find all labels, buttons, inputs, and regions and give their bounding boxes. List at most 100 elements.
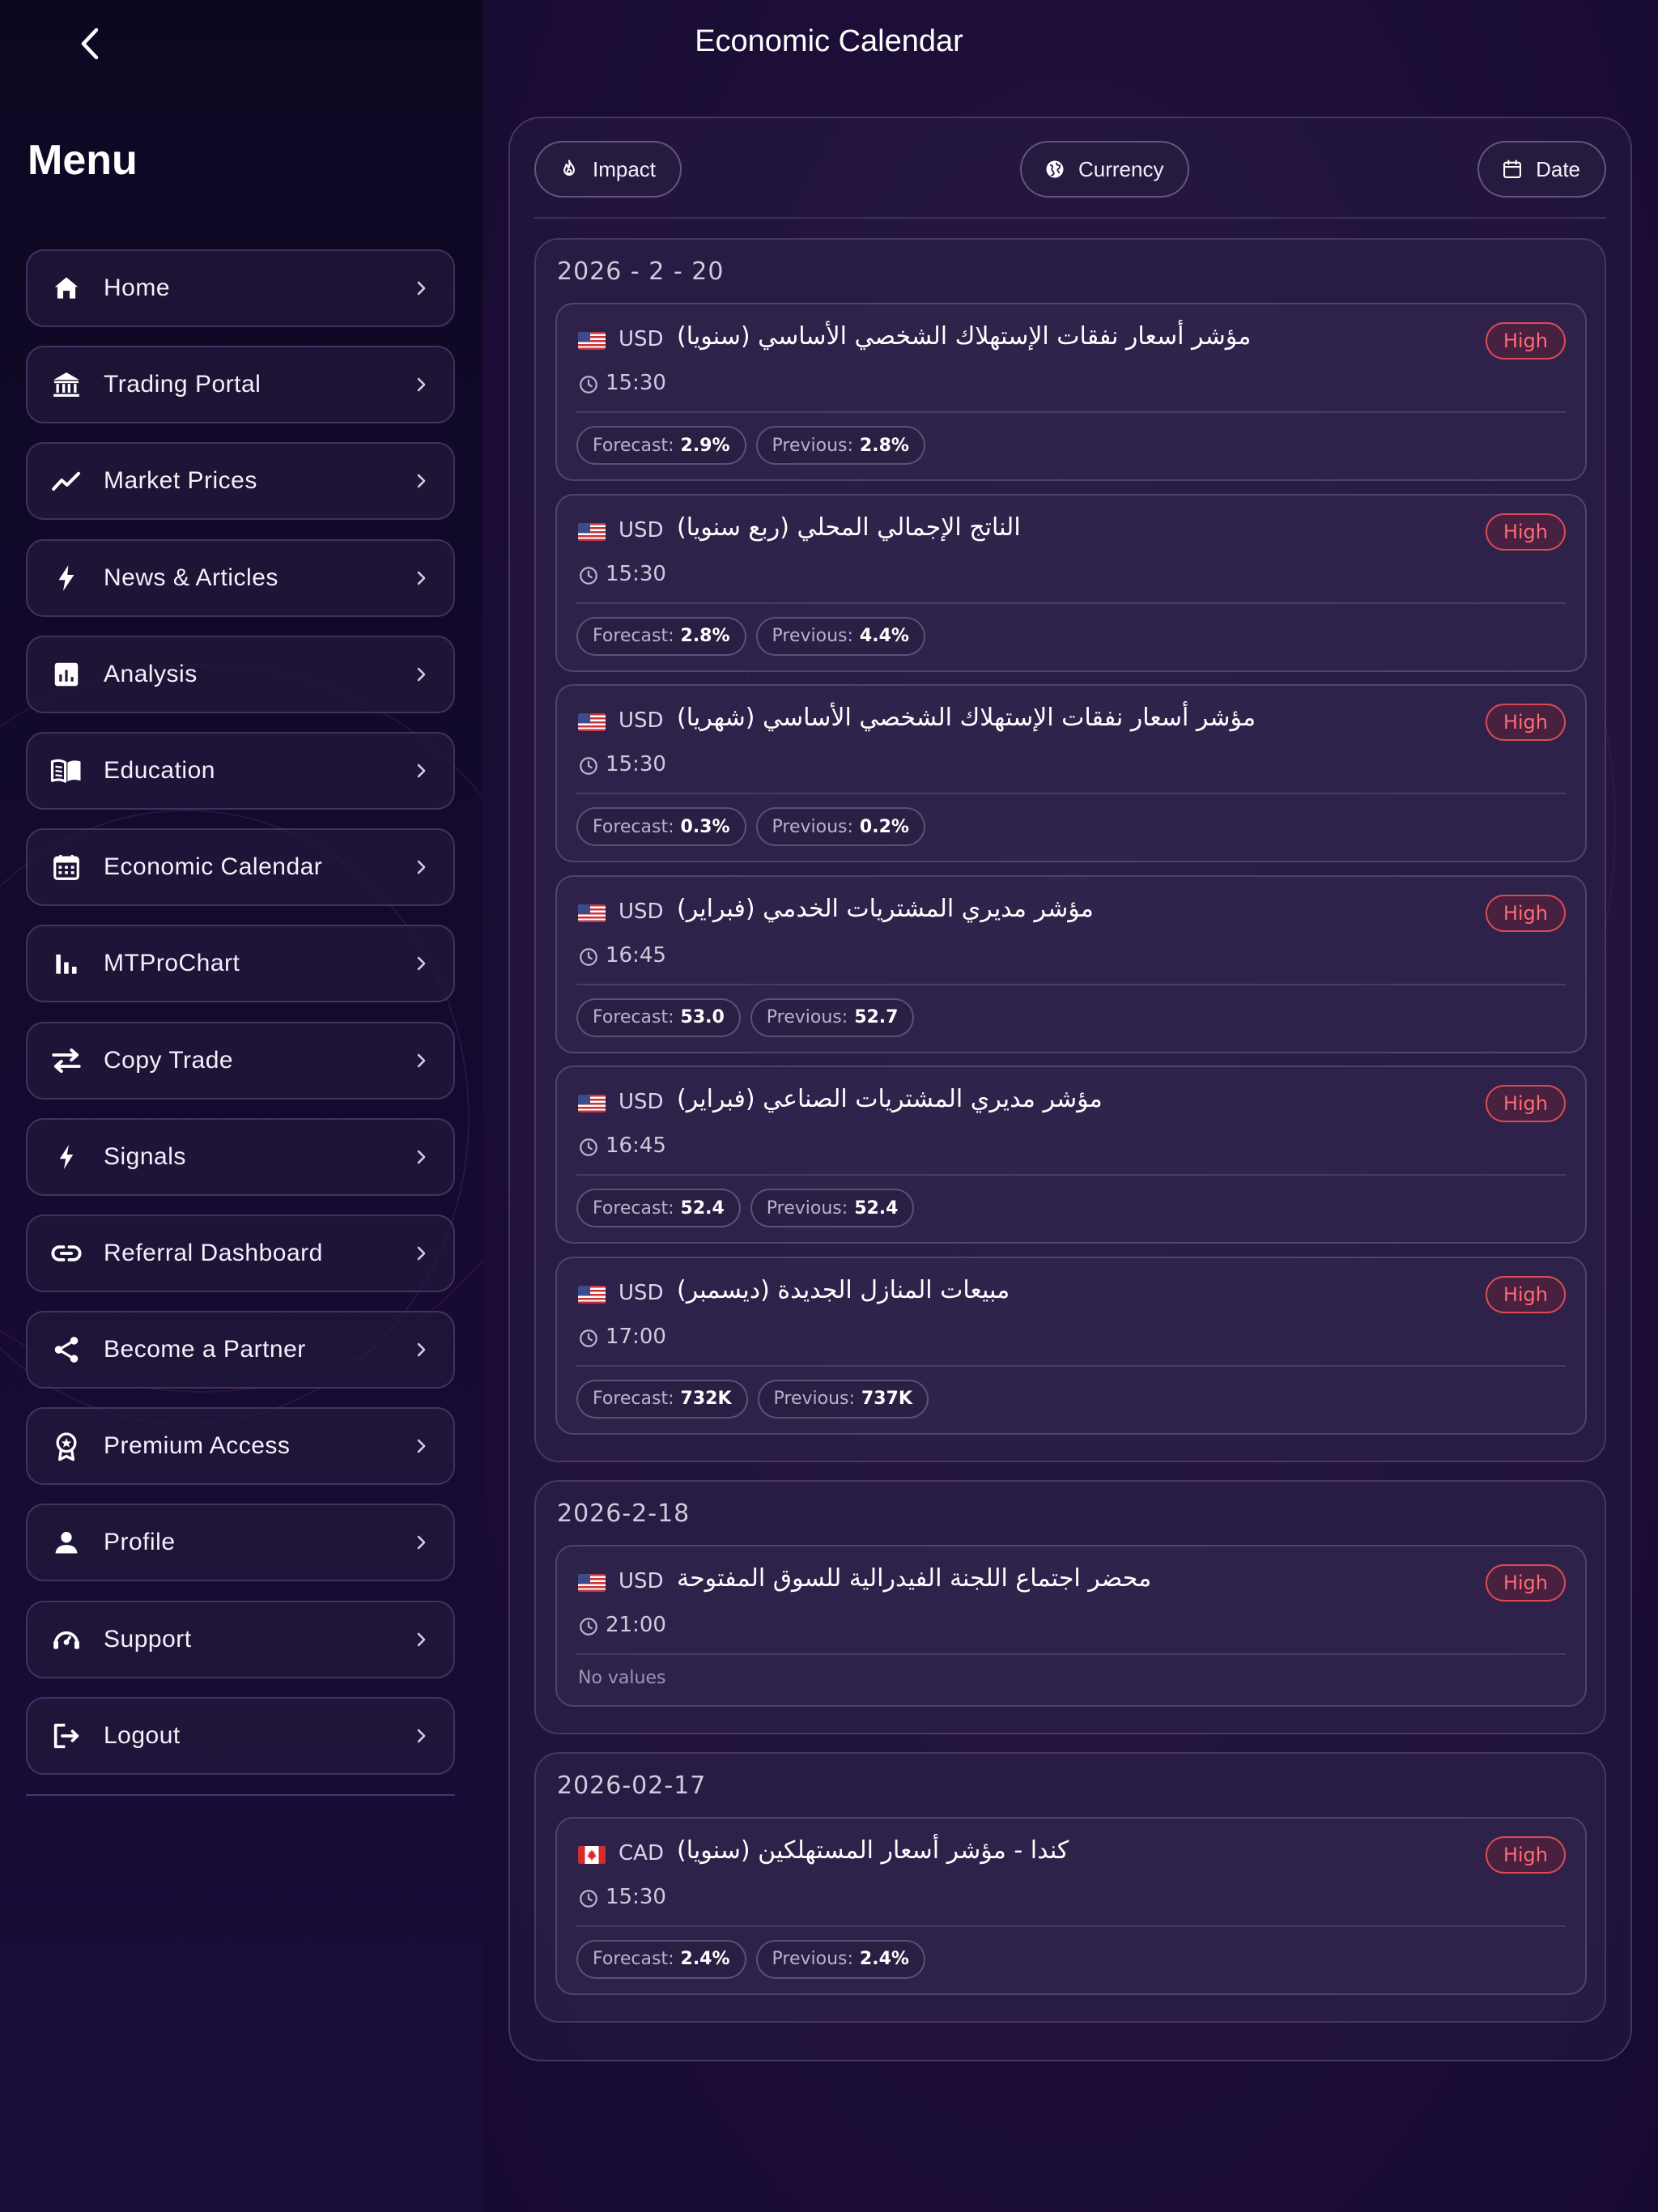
forecast-pill: Forecast: 2.4% xyxy=(576,1939,746,1979)
previous-value: 52.4 xyxy=(854,1197,899,1219)
sidebar-item-premium-access[interactable]: Premium Access xyxy=(26,1407,455,1486)
group-date: 2026-2-18 xyxy=(557,1499,691,1528)
date-filter-button[interactable]: Date xyxy=(1477,141,1606,198)
us-flag-icon xyxy=(578,904,606,922)
bolt-icon xyxy=(49,560,84,596)
impact-filter-label: Impact xyxy=(593,156,657,181)
event-stats: Forecast: 53.0 Previous: 52.7 xyxy=(576,998,915,1037)
back-button[interactable] xyxy=(65,18,117,70)
sidebar-item-trading-portal[interactable]: Trading Portal xyxy=(26,346,455,424)
clock-icon xyxy=(578,1616,599,1637)
previous-label: Previous: xyxy=(766,1007,848,1027)
event-divider xyxy=(576,983,1566,985)
clock-icon xyxy=(578,374,599,395)
impact-badge: High xyxy=(1485,1563,1566,1602)
chevron-right-icon xyxy=(411,568,432,589)
date-group: 2026 - 2 - 20 USD مؤشر أسعار نفقات الإست… xyxy=(534,238,1606,1462)
event-divider xyxy=(576,793,1566,794)
sidebar-menu: Home Trading Portal Market Prices News &… xyxy=(26,249,455,1793)
impact-filter-button[interactable]: Impact xyxy=(534,141,682,198)
event-card[interactable]: USD مؤشر مديري المشتريات الصناعي (فبراير… xyxy=(555,1066,1587,1244)
date-filter-label: Date xyxy=(1536,156,1580,181)
sidebar-item-education[interactable]: Education xyxy=(26,731,455,810)
previous-value: 737K xyxy=(861,1389,912,1409)
forecast-pill: Forecast: 2.9% xyxy=(576,426,746,465)
sidebar-item-label: Market Prices xyxy=(104,467,257,495)
sidebar-item-analysis[interactable]: Analysis xyxy=(26,635,455,713)
event-card[interactable]: CAD كندا - مؤشر أسعار المستهلكين (سنويا)… xyxy=(555,1816,1587,1995)
currency-filter-label: Currency xyxy=(1078,156,1164,181)
menu-title: Menu xyxy=(28,137,138,184)
previous-label: Previous: xyxy=(766,1197,848,1219)
clock-icon xyxy=(578,1888,599,1909)
sidebar-item-referral-dashboard[interactable]: Referral Dashboard xyxy=(26,1214,455,1292)
event-stats: Forecast: 0.3% Previous: 0.2% xyxy=(576,807,925,846)
sidebar-item-economic-calendar[interactable]: Economic Calendar xyxy=(26,828,455,907)
event-card[interactable]: USD مؤشر أسعار نفقات الإستهلاك الشخصي ال… xyxy=(555,684,1587,862)
sidebar-item-copy-trade[interactable]: Copy Trade xyxy=(26,1021,455,1100)
award-icon xyxy=(49,1428,84,1464)
sidebar-item-home[interactable]: Home xyxy=(26,249,455,327)
event-time: 15:30 xyxy=(606,752,666,776)
event-card[interactable]: USD مبيعات المنازل الجديدة (ديسمبر) High… xyxy=(555,1256,1587,1435)
event-title: مؤشر مديري المشتريات الخدمي (فبراير) xyxy=(677,894,1094,923)
sidebar-item-profile[interactable]: Profile xyxy=(26,1504,455,1582)
event-card[interactable]: USD محضر اجتماع اللجنة الفيدرالية للسوق … xyxy=(555,1544,1587,1707)
sidebar-item-logout[interactable]: Logout xyxy=(26,1696,455,1775)
sidebar-item-label: News & Articles xyxy=(104,564,278,591)
forecast-pill: Forecast: 0.3% xyxy=(576,807,746,846)
event-time: 17:00 xyxy=(606,1324,666,1349)
impact-badge: High xyxy=(1485,322,1566,359)
sidebar-item-label: MTProChart xyxy=(104,950,240,977)
event-card[interactable]: USD مؤشر أسعار نفقات الإستهلاك الشخصي ال… xyxy=(555,303,1587,481)
clock-icon xyxy=(578,755,599,776)
group-date: 2026 - 2 - 20 xyxy=(557,257,725,286)
sidebar-item-news-and-articles[interactable]: News & Articles xyxy=(26,538,455,617)
forecast-pill: Forecast: 52.4 xyxy=(576,1189,741,1227)
event-title: الناتج الإجمالي المحلي (ربع سنويا) xyxy=(677,513,1021,542)
sidebar-item-label: Education xyxy=(104,756,215,784)
currency-filter-button[interactable]: Currency xyxy=(1020,141,1190,198)
sidebar-item-become-a-partner[interactable]: Become a Partner xyxy=(26,1311,455,1389)
sidebar-item-label: Copy Trade xyxy=(104,1046,234,1074)
sidebar-item-signals[interactable]: Signals xyxy=(26,1117,455,1196)
event-currency: USD xyxy=(619,708,664,733)
forecast-label: Forecast: xyxy=(593,1949,674,1969)
event-divider xyxy=(576,1174,1566,1176)
event-divider xyxy=(576,1653,1566,1655)
chevron-right-icon xyxy=(411,953,432,974)
forecast-value: 2.4% xyxy=(680,1949,730,1969)
forecast-label: Forecast: xyxy=(593,435,674,456)
previous-pill: Previous: 4.4% xyxy=(755,616,925,656)
forecast-label: Forecast: xyxy=(593,1007,674,1027)
us-flag-icon xyxy=(578,1285,606,1304)
event-stats: Forecast: 2.4% Previous: 2.4% xyxy=(576,1939,925,1979)
event-card[interactable]: USD مؤشر مديري المشتريات الخدمي (فبراير)… xyxy=(555,874,1587,1053)
previous-value: 2.8% xyxy=(859,435,909,456)
previous-pill: Previous: 0.2% xyxy=(755,807,925,846)
previous-label: Previous: xyxy=(772,816,853,837)
previous-label: Previous: xyxy=(772,435,853,456)
forecast-value: 2.8% xyxy=(680,626,730,646)
sidebar-item-label: Premium Access xyxy=(104,1432,291,1460)
chevron-right-icon xyxy=(411,278,432,299)
filter-bar: Impact Currency Date xyxy=(534,141,1606,198)
chevron-right-icon xyxy=(411,664,432,685)
forecast-label: Forecast: xyxy=(593,1197,674,1219)
sidebar-item-mtprochart[interactable]: MTProChart xyxy=(26,925,455,1003)
chevron-right-icon xyxy=(411,857,432,878)
sidebar-item-market-prices[interactable]: Market Prices xyxy=(26,442,455,521)
chevron-right-icon xyxy=(411,470,432,491)
event-card[interactable]: USD الناتج الإجمالي المحلي (ربع سنويا) H… xyxy=(555,493,1587,672)
us-flag-icon xyxy=(578,522,606,541)
impact-badge: High xyxy=(1485,894,1566,932)
clock-icon xyxy=(578,1328,599,1349)
event-time: 16:45 xyxy=(606,1134,666,1158)
sidebar-item-label: Referral Dashboard xyxy=(104,1239,323,1266)
chevron-right-icon xyxy=(411,1243,432,1264)
share-icon xyxy=(49,1332,84,1368)
event-divider xyxy=(576,602,1566,604)
sidebar-item-support[interactable]: Support xyxy=(26,1600,455,1678)
previous-pill: Previous: 737K xyxy=(757,1379,929,1419)
sidebar-item-label: Logout xyxy=(104,1721,181,1749)
